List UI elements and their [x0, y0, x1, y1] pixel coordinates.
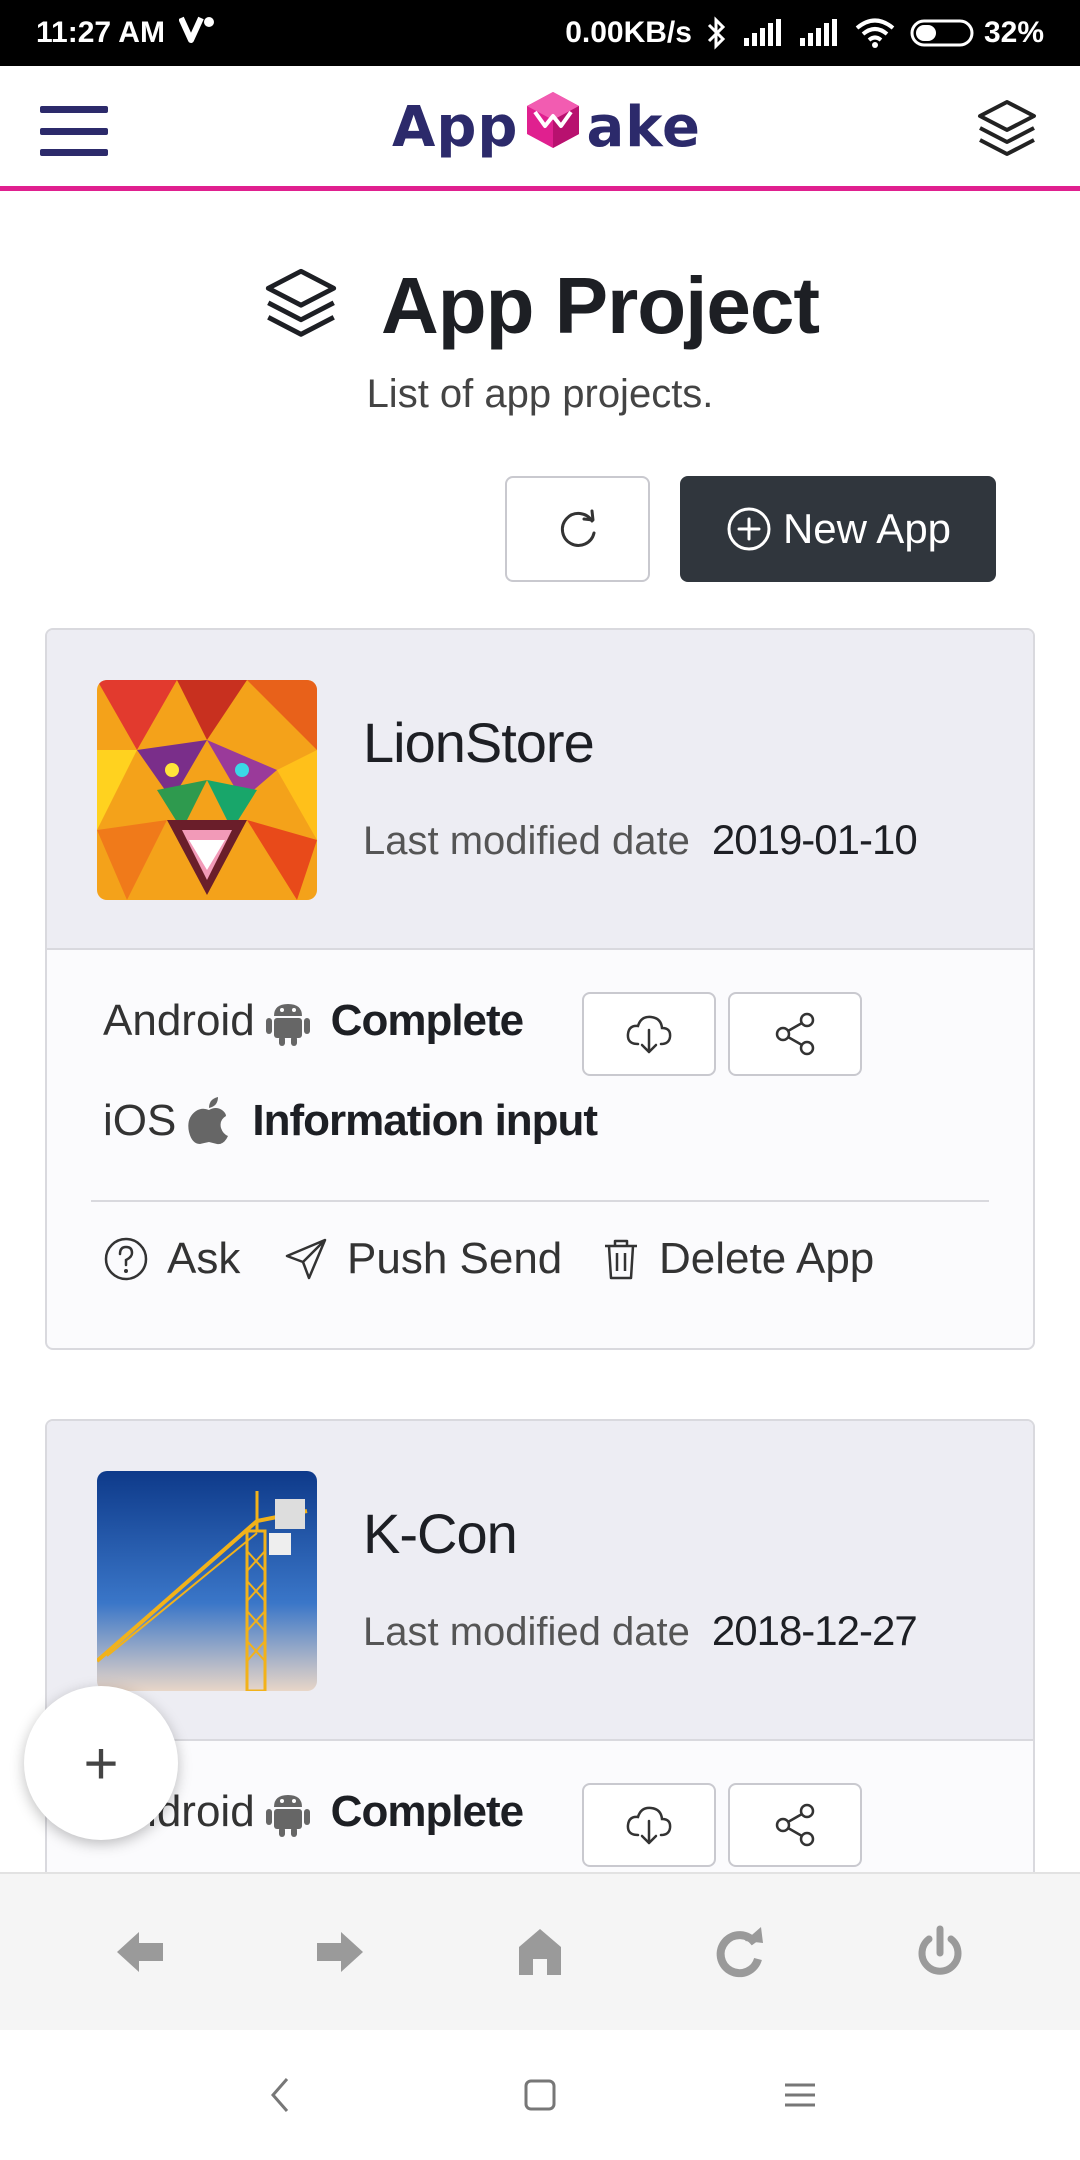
platform-row-android: Android Complete: [103, 996, 524, 1046]
v-notification-icon: [178, 14, 215, 52]
nav-back-button[interactable]: [250, 2065, 310, 2125]
project-card: LionStore Last modified date 2019-01-10 A…: [45, 628, 1035, 1350]
crane-image: [97, 1471, 317, 1691]
trash-icon: [605, 1239, 637, 1280]
signal-icon-2: [798, 18, 840, 48]
power-icon: [918, 1925, 962, 1975]
last-modified-label: Last modified date: [363, 1610, 690, 1654]
app-thumbnail[interactable]: [97, 1471, 317, 1691]
action-label: Push Send: [347, 1234, 563, 1283]
system-nav-bar: [0, 2030, 1080, 2160]
logo-cube-icon: [521, 88, 585, 166]
home-icon: [519, 1929, 561, 1975]
project-card-body: Android Complete iOS Information input A…: [47, 950, 1033, 1346]
page-heading: App Project: [0, 260, 1080, 352]
download-button[interactable]: [582, 992, 716, 1076]
delete-app-button[interactable]: Delete App: [601, 1234, 874, 1284]
battery-icon: [910, 19, 974, 47]
share-button[interactable]: [728, 1783, 862, 1867]
page-subtitle: List of app projects.: [366, 372, 714, 416]
last-modified-date: 2018-12-27: [711, 1607, 918, 1654]
cloud-download-icon: [626, 1015, 672, 1054]
platform-status: Complete: [330, 1787, 524, 1836]
layers-icon: [978, 100, 1036, 156]
layers-icon: [261, 264, 341, 349]
android-icon: [265, 1787, 311, 1837]
logo-text-right: ake: [586, 94, 702, 160]
lion-image: [97, 680, 317, 900]
last-modified-label: Last modified date: [363, 819, 690, 863]
app-thumbnail[interactable]: [97, 680, 317, 900]
app-header: App ake: [0, 66, 1080, 191]
battery-indicator: 32%: [910, 16, 1044, 50]
browser-toolbar: [0, 1872, 1080, 2030]
apple-icon: [186, 1096, 232, 1146]
cloud-download-icon: [626, 1806, 672, 1845]
back-arrow-button[interactable]: [100, 1912, 180, 1992]
platform-name: Android: [103, 996, 255, 1045]
push-send-button[interactable]: Push Send: [283, 1234, 562, 1284]
hamburger-menu-button[interactable]: [40, 106, 108, 156]
share-icon: [775, 1803, 815, 1847]
action-label: Delete App: [659, 1234, 875, 1283]
new-app-label: New App: [782, 505, 952, 552]
hamburger-icon-line: [40, 127, 108, 135]
forward-arrow-icon: [317, 1932, 363, 1972]
signal-icon-1: [742, 18, 784, 48]
home-square-icon: [524, 2079, 556, 2111]
reload-icon: [716, 1927, 763, 1978]
home-button[interactable]: [500, 1912, 580, 1992]
platform-status: Information input: [252, 1096, 598, 1145]
floating-add-button[interactable]: +: [24, 1686, 178, 1840]
action-label: Ask: [167, 1234, 241, 1283]
back-arrow-icon: [117, 1932, 163, 1972]
new-app-button[interactable]: New App: [680, 476, 996, 582]
project-card: K-Con Last modified date 2018-12-27 Andro…: [45, 1419, 1035, 1919]
recents-menu-icon: [785, 2083, 815, 2107]
network-speed: 0.00KB/s: [565, 16, 692, 49]
nav-recents-button[interactable]: [770, 2065, 830, 2125]
send-icon: [285, 1238, 327, 1280]
page-title: App Project: [381, 261, 820, 350]
appmake-logo: App ake: [392, 92, 701, 162]
nav-home-button[interactable]: [510, 2065, 570, 2125]
back-icon: [271, 2078, 289, 2112]
wifi-icon: [854, 17, 896, 49]
plus-icon: +: [83, 1729, 119, 1797]
forward-arrow-button[interactable]: [300, 1912, 380, 1992]
platform-name: iOS: [103, 1096, 177, 1145]
platform-status: Complete: [330, 996, 524, 1045]
project-card-header: LionStore Last modified date 2019-01-10: [47, 630, 1033, 950]
layers-button[interactable]: [974, 96, 1040, 162]
last-modified: Last modified date 2018-12-27: [363, 1607, 918, 1655]
app-name[interactable]: K-Con: [363, 1501, 518, 1566]
refresh-button[interactable]: [505, 476, 650, 582]
logo-text-left: App: [392, 94, 519, 160]
power-button[interactable]: [900, 1912, 980, 1992]
project-card-header: K-Con Last modified date 2018-12-27: [47, 1421, 1033, 1741]
app-name[interactable]: LionStore: [363, 710, 595, 775]
status-time: 11:27 AM: [36, 16, 165, 49]
hamburger-icon-line: [40, 106, 108, 113]
download-button[interactable]: [582, 1783, 716, 1867]
status-bar: 11:27 AM 0.00KB/s 32%: [0, 0, 1080, 66]
share-icon: [775, 1012, 815, 1056]
last-modified: Last modified date 2019-01-10: [363, 816, 918, 864]
last-modified-date: 2019-01-10: [711, 816, 918, 863]
question-icon: [104, 1237, 148, 1281]
android-icon: [265, 996, 311, 1046]
battery-percent: 32%: [983, 16, 1044, 49]
bluetooth-icon: [706, 16, 728, 50]
share-button[interactable]: [728, 992, 862, 1076]
refresh-icon: [560, 509, 595, 547]
plus-circle-icon: [727, 507, 771, 551]
reload-button[interactable]: [700, 1912, 780, 1992]
ask-button[interactable]: Ask: [103, 1234, 240, 1284]
divider: [91, 1200, 989, 1202]
platform-row-ios: iOS Information input: [103, 1096, 598, 1146]
hamburger-icon-line: [40, 149, 108, 156]
